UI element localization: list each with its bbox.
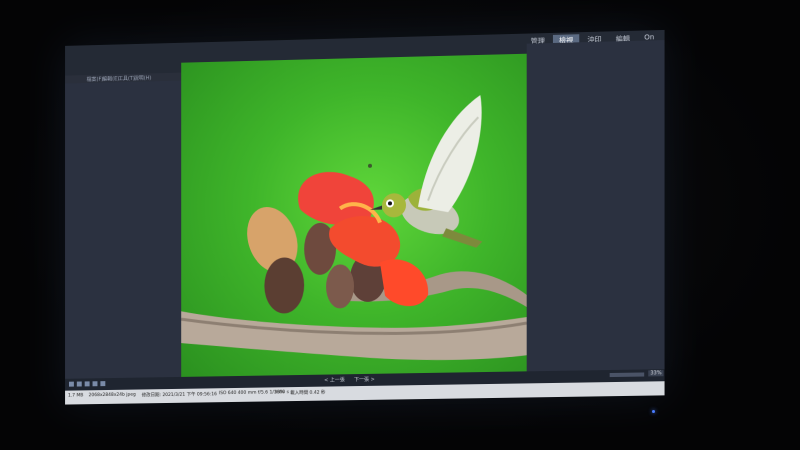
monitor-screen: 管理 檢視 沖印 編輯 On 檔案(F) 編輯(E) 工具(T) 說明(H) <… — [65, 29, 665, 405]
zoom-slider[interactable] — [609, 372, 645, 378]
next-button[interactable]: 下一張 > — [354, 376, 375, 383]
insect — [367, 163, 372, 168]
right-panel — [526, 40, 665, 376]
bird-on-kapok-photo — [181, 95, 527, 365]
power-led — [652, 410, 655, 413]
branch — [181, 305, 527, 365]
flag-icon[interactable] — [100, 381, 106, 387]
left-panel — [65, 80, 182, 381]
bud-5 — [326, 264, 355, 309]
single-view-icon[interactable] — [76, 381, 82, 387]
zoom-value[interactable]: 33% — [648, 370, 664, 377]
file-size: 1.7 MB — [68, 393, 84, 399]
load-time: 載入時間 0.42 秒 — [290, 390, 326, 397]
photo-viewer[interactable] — [181, 53, 527, 383]
status-zoom: 33% — [274, 390, 285, 396]
photo-scene: 管理 檢視 沖印 編輯 On 檔案(F) 編輯(E) 工具(T) 說明(H) <… — [0, 0, 800, 450]
rotate-icon[interactable] — [92, 381, 98, 387]
bird-tail — [442, 227, 483, 249]
image-dimensions: 2068x2848x24b jpeg — [88, 392, 136, 399]
compare-icon[interactable] — [84, 381, 90, 387]
grid-view-icon[interactable] — [68, 381, 74, 387]
modified-date: 修改日期: 2021/3/21 下午 09:56:16 — [141, 392, 217, 399]
prev-button[interactable]: < 上一張 — [324, 376, 345, 383]
